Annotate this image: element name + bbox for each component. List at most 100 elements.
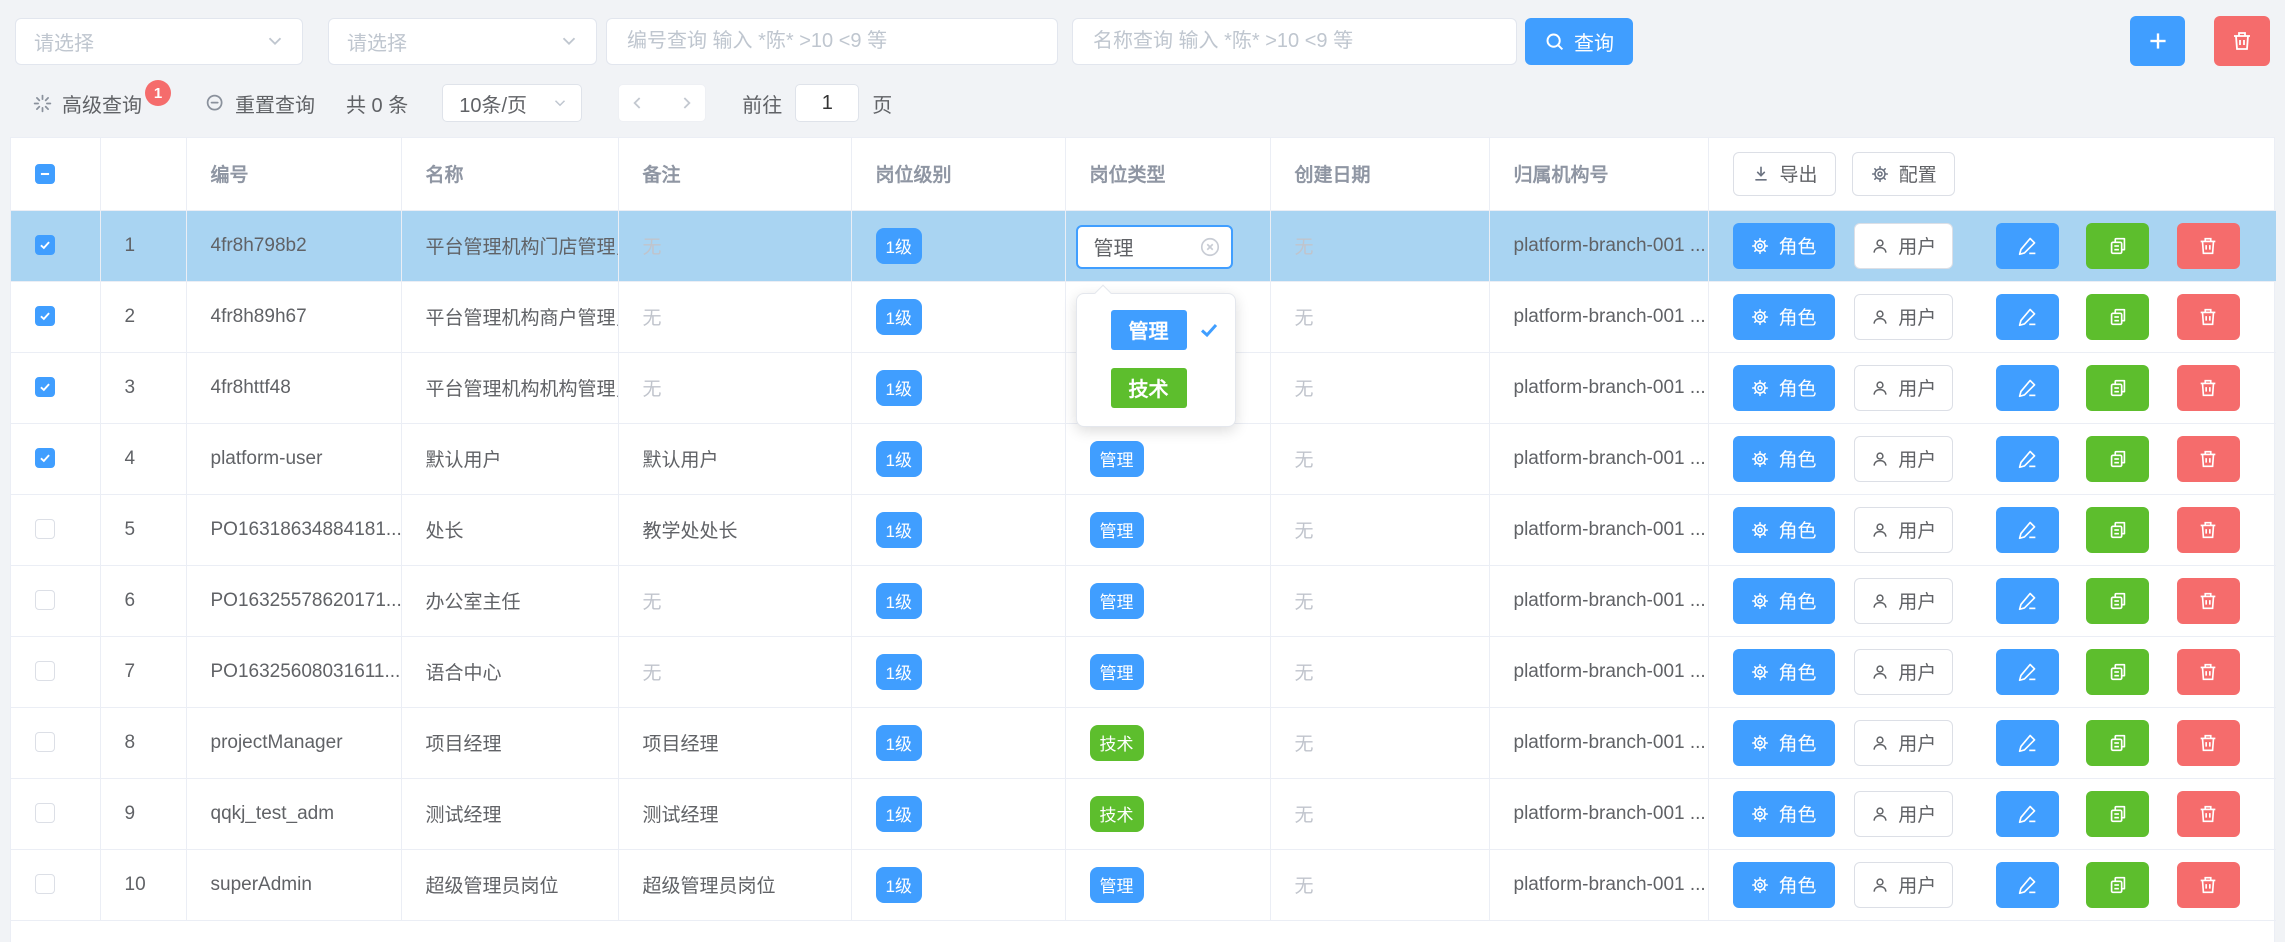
reset-query-button[interactable]: 重置查询 [205, 89, 315, 118]
role-button[interactable]: 角色 [1733, 720, 1835, 766]
row-checkbox[interactable] [35, 306, 55, 326]
row-checkbox[interactable] [35, 803, 55, 823]
cell-checkbox [11, 636, 100, 707]
edit-button[interactable] [1996, 578, 2059, 624]
role-button[interactable]: 角色 [1733, 223, 1835, 269]
edit-button[interactable] [1996, 294, 2059, 340]
cell-index: 4 [100, 423, 186, 494]
cell-level: 1级 [851, 423, 1065, 494]
row-checkbox[interactable] [35, 661, 55, 681]
cell-created: 无 [1270, 494, 1489, 565]
type-editor-input[interactable]: 管理 [1076, 225, 1233, 269]
type-option-管理[interactable]: 管理 [1077, 310, 1235, 350]
copy-button[interactable] [2086, 365, 2149, 411]
search-button[interactable]: 查询 [1525, 18, 1633, 65]
copy-button[interactable] [2086, 578, 2149, 624]
next-page-button[interactable] [676, 93, 696, 113]
user-button[interactable]: 用户 [1854, 578, 1953, 624]
copy-button[interactable] [2086, 223, 2149, 269]
row-checkbox[interactable] [35, 590, 55, 610]
cell-level: 1级 [851, 281, 1065, 352]
column-header-actions: 导出 配置 [1708, 138, 2276, 210]
role-button[interactable]: 角色 [1733, 862, 1835, 908]
edit-button[interactable] [1996, 365, 2059, 411]
user-button-label: 用户 [1898, 516, 1936, 543]
copy-icon [2107, 661, 2129, 683]
copy-button[interactable] [2086, 791, 2149, 837]
role-button[interactable]: 角色 [1733, 578, 1835, 624]
delete-button[interactable] [2177, 436, 2240, 482]
copy-button[interactable] [2086, 649, 2149, 695]
edit-button[interactable] [1996, 223, 2059, 269]
user-button[interactable]: 用户 [1854, 862, 1953, 908]
edit-button[interactable] [1996, 436, 2059, 482]
delete-button[interactable] [2177, 791, 2240, 837]
filter-select-2[interactable]: 请选择 [328, 18, 597, 65]
user-button[interactable]: 用户 [1854, 223, 1953, 269]
cell-name: 默认用户 [401, 423, 618, 494]
delete-button[interactable] [2177, 365, 2240, 411]
row-checkbox[interactable] [35, 874, 55, 894]
edit-button[interactable] [1996, 791, 2059, 837]
role-button[interactable]: 角色 [1733, 791, 1835, 837]
delete-button[interactable] [2177, 507, 2240, 553]
role-button[interactable]: 角色 [1733, 436, 1835, 482]
role-button[interactable]: 角色 [1733, 649, 1835, 695]
copy-button[interactable] [2086, 507, 2149, 553]
cell-name: 办公室主任 [401, 565, 618, 636]
user-button[interactable]: 用户 [1854, 791, 1953, 837]
cell-created: 无 [1270, 423, 1489, 494]
goto-prefix-label: 前往 [742, 89, 782, 118]
name-search-input[interactable] [1072, 18, 1517, 65]
user-button[interactable]: 用户 [1854, 720, 1953, 766]
copy-button[interactable] [2086, 436, 2149, 482]
role-button[interactable]: 角色 [1733, 294, 1835, 340]
page-size-select[interactable]: 10条/页 [442, 84, 582, 122]
config-button[interactable]: 配置 [1852, 152, 1955, 196]
role-button[interactable]: 角色 [1733, 365, 1835, 411]
edit-button[interactable] [1996, 507, 2059, 553]
copy-button[interactable] [2086, 720, 2149, 766]
delete-button[interactable] [2177, 578, 2240, 624]
row-checkbox[interactable] [35, 519, 55, 539]
person-icon [1870, 804, 1890, 824]
filter-select-1[interactable]: 请选择 [15, 18, 303, 65]
cell-remark: 默认用户 [618, 423, 851, 494]
export-button[interactable]: 导出 [1733, 152, 1836, 196]
code-search-input[interactable] [606, 18, 1058, 65]
prev-page-button[interactable] [628, 93, 648, 113]
role-button[interactable]: 角色 [1733, 507, 1835, 553]
edit-button[interactable] [1996, 649, 2059, 695]
copy-button[interactable] [2086, 862, 2149, 908]
row-checkbox[interactable] [35, 448, 55, 468]
pencil-icon [2017, 590, 2038, 611]
clear-circle-icon[interactable] [1199, 236, 1221, 258]
edit-button[interactable] [1996, 720, 2059, 766]
cell-level: 1级 [851, 352, 1065, 423]
row-checkbox[interactable] [35, 732, 55, 752]
user-button[interactable]: 用户 [1854, 507, 1953, 553]
user-button[interactable]: 用户 [1854, 436, 1953, 482]
goto-page-input[interactable] [795, 84, 859, 122]
user-button[interactable]: 用户 [1854, 294, 1953, 340]
batch-delete-button[interactable] [2214, 16, 2270, 66]
type-option-技术[interactable]: 技术 [1077, 368, 1235, 408]
cell-actions: 角色 用户 [1708, 636, 2276, 707]
person-icon [1870, 307, 1890, 327]
delete-button[interactable] [2177, 223, 2240, 269]
user-button[interactable]: 用户 [1854, 365, 1953, 411]
select-all-checkbox[interactable] [35, 164, 55, 184]
edit-button[interactable] [1996, 862, 2059, 908]
table-body: 1 4fr8h798b2 平台管理机构门店管理员 无 1级 管理 管理 技术 无… [11, 210, 2276, 920]
row-checkbox[interactable] [35, 235, 55, 255]
delete-button[interactable] [2177, 294, 2240, 340]
user-button[interactable]: 用户 [1854, 649, 1953, 695]
row-checkbox[interactable] [35, 377, 55, 397]
advanced-query-button[interactable]: 高级查询 [32, 89, 142, 118]
add-button[interactable] [2130, 16, 2185, 66]
delete-button[interactable] [2177, 649, 2240, 695]
delete-button[interactable] [2177, 720, 2240, 766]
delete-button[interactable] [2177, 862, 2240, 908]
cell-name: 测试经理 [401, 778, 618, 849]
copy-button[interactable] [2086, 294, 2149, 340]
